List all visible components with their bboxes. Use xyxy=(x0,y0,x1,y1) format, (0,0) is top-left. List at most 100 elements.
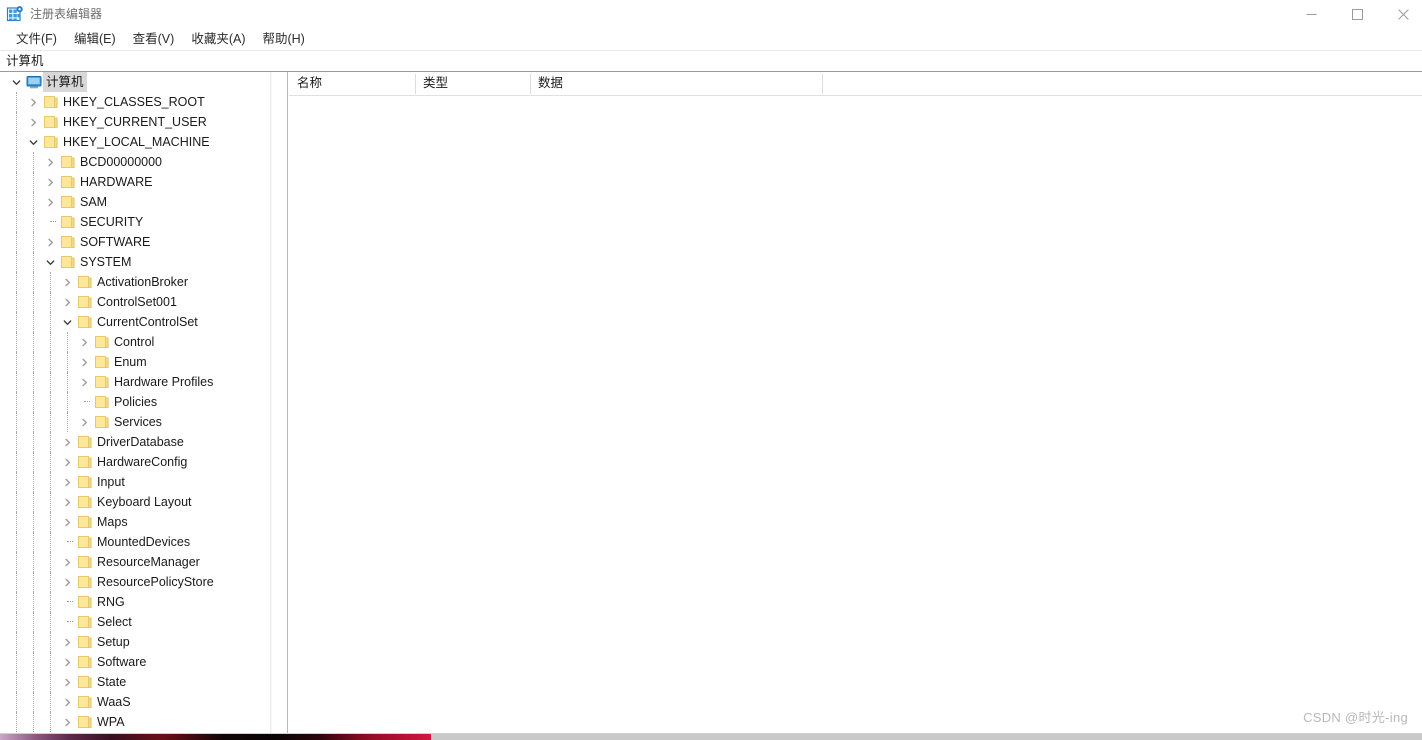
column-header-1[interactable]: 类型 xyxy=(415,72,530,95)
column-header-2[interactable]: 数据 xyxy=(530,72,822,95)
tree-item-label: SOFTWARE xyxy=(80,235,151,249)
tree-item--[interactable]: 计算机 xyxy=(0,72,270,92)
tree-item-hkey-classes-root[interactable]: HKEY_CLASSES_ROOT xyxy=(0,92,270,112)
tree-item-services[interactable]: Services xyxy=(0,412,270,432)
tree-expand-toggle[interactable] xyxy=(42,172,58,192)
tree-item-resourcepolicystore[interactable]: ResourcePolicyStore xyxy=(0,572,270,592)
tree-item-label: Enum xyxy=(114,355,147,369)
tree-item-state[interactable]: State xyxy=(0,672,270,692)
minimize-button[interactable] xyxy=(1288,0,1334,29)
tree-item-resourcemanager[interactable]: ResourceManager xyxy=(0,552,270,572)
tree-item-label: Keyboard Layout xyxy=(97,495,192,509)
tree-item-sam[interactable]: SAM xyxy=(0,192,270,212)
tree-item-setup[interactable]: Setup xyxy=(0,632,270,652)
tree-item-policies[interactable]: Policies xyxy=(0,392,270,412)
tree-item-hardware[interactable]: HARDWARE xyxy=(0,172,270,192)
scrollbar-thumb[interactable] xyxy=(272,89,273,691)
folder-icon xyxy=(78,496,92,508)
folder-icon xyxy=(61,156,75,168)
maximize-button[interactable] xyxy=(1334,0,1380,29)
tree-item-select[interactable]: Select xyxy=(0,612,270,632)
tree-item-wpa[interactable]: WPA xyxy=(0,712,270,732)
tree-item-driverdatabase[interactable]: DriverDatabase xyxy=(0,432,270,452)
chevron-right-icon xyxy=(64,638,70,646)
tree-guide-line xyxy=(33,432,35,452)
tree-expand-toggle[interactable] xyxy=(59,652,75,672)
tree-expand-toggle[interactable] xyxy=(76,332,92,352)
tree-item-hardware-profiles[interactable]: Hardware Profiles xyxy=(0,372,270,392)
menu-item-3[interactable]: 收藏夹(A) xyxy=(183,30,254,49)
tree-item-label: Hardware Profiles xyxy=(114,375,214,389)
tree-expand-toggle[interactable] xyxy=(59,632,75,652)
tree-item-rng[interactable]: RNG xyxy=(0,592,270,612)
tree-item-software[interactable]: SOFTWARE xyxy=(0,232,270,252)
tree-vertical-scrollbar[interactable] xyxy=(270,72,273,734)
tree-expand-toggle[interactable] xyxy=(59,492,75,512)
tree-expand-toggle[interactable] xyxy=(42,232,58,252)
tree-item-input[interactable]: Input xyxy=(0,472,270,492)
scroll-down-button[interactable] xyxy=(271,717,272,734)
tree-expand-toggle[interactable] xyxy=(59,272,75,292)
tree-item-waas[interactable]: WaaS xyxy=(0,692,270,712)
tree-expand-toggle[interactable] xyxy=(59,572,75,592)
menu-item-0[interactable]: 文件(F) xyxy=(8,30,66,49)
tree-item-label: State xyxy=(97,675,127,689)
folder-icon xyxy=(95,396,109,408)
column-resize-handle[interactable] xyxy=(822,74,823,94)
tree-leaf-stub xyxy=(42,212,58,232)
tree-guide-line xyxy=(16,292,18,312)
tree-item-currentcontrolset[interactable]: CurrentControlSet xyxy=(0,312,270,332)
chevron-right-icon xyxy=(47,198,53,206)
menu-item-2[interactable]: 查看(V) xyxy=(125,30,184,49)
tree-expand-toggle[interactable] xyxy=(42,152,58,172)
tree-expand-toggle[interactable] xyxy=(76,372,92,392)
tree-item-control[interactable]: Control xyxy=(0,332,270,352)
chevron-right-icon xyxy=(64,458,70,466)
tree-expand-toggle[interactable] xyxy=(76,352,92,372)
tree-item-maps[interactable]: Maps xyxy=(0,512,270,532)
tree-expand-toggle[interactable] xyxy=(59,672,75,692)
scroll-up-button[interactable] xyxy=(271,72,272,89)
tree-expand-toggle[interactable] xyxy=(59,712,75,732)
tree-expand-toggle[interactable] xyxy=(25,112,41,132)
tree-item-hardwareconfig[interactable]: HardwareConfig xyxy=(0,452,270,472)
tree-expand-toggle[interactable] xyxy=(59,552,75,572)
tree-item-system[interactable]: SYSTEM xyxy=(0,252,270,272)
tree-item-software[interactable]: Software xyxy=(0,652,270,672)
tree-expand-toggle[interactable] xyxy=(59,692,75,712)
tree-expand-toggle[interactable] xyxy=(59,512,75,532)
tree-item-hkey-local-machine[interactable]: HKEY_LOCAL_MACHINE xyxy=(0,132,270,152)
tree-item-keyboard-layout[interactable]: Keyboard Layout xyxy=(0,492,270,512)
pane-splitter[interactable] xyxy=(287,72,288,734)
tree-item-bcd00000000[interactable]: BCD00000000 xyxy=(0,152,270,172)
tree-item-activationbroker[interactable]: ActivationBroker xyxy=(0,272,270,292)
close-button[interactable] xyxy=(1380,0,1422,29)
tree-expand-toggle[interactable] xyxy=(59,452,75,472)
tree-guide-line xyxy=(16,232,18,252)
column-header-0[interactable]: 名称 xyxy=(289,72,415,95)
tree-item-security[interactable]: SECURITY xyxy=(0,212,270,232)
tree-item-enum[interactable]: Enum xyxy=(0,352,270,372)
menu-item-4[interactable]: 帮助(H) xyxy=(254,30,313,49)
tree-guide-line xyxy=(33,232,35,252)
registry-tree[interactable]: 计算机 HKEY_CLASSES_ROOT HKEY_CURRENT_USER HKE… xyxy=(0,72,270,734)
tree-item-hkey-current-user[interactable]: HKEY_CURRENT_USER xyxy=(0,112,270,132)
tree-collapse-toggle[interactable] xyxy=(8,72,24,92)
values-list-body[interactable] xyxy=(289,96,1422,734)
menu-item-1[interactable]: 编辑(E) xyxy=(66,30,125,49)
tree-expand-toggle[interactable] xyxy=(59,472,75,492)
tree-expand-toggle[interactable] xyxy=(59,432,75,452)
tree-expand-toggle[interactable] xyxy=(76,412,92,432)
tree-collapse-toggle[interactable] xyxy=(59,312,75,332)
address-bar[interactable]: 计算机 xyxy=(0,50,1422,72)
tree-item-mounteddevices[interactable]: MountedDevices xyxy=(0,532,270,552)
scrollbar-track[interactable] xyxy=(272,691,273,717)
tree-leaf-stub xyxy=(59,612,75,632)
tree-expand-toggle[interactable] xyxy=(59,292,75,312)
tree-item-controlset001[interactable]: ControlSet001 xyxy=(0,292,270,312)
tree-expand-toggle[interactable] xyxy=(42,192,58,212)
tree-expand-toggle[interactable] xyxy=(25,92,41,112)
tree-collapse-toggle[interactable] xyxy=(42,252,58,272)
tree-collapse-toggle[interactable] xyxy=(25,132,41,152)
tree-guide-line xyxy=(33,672,35,692)
